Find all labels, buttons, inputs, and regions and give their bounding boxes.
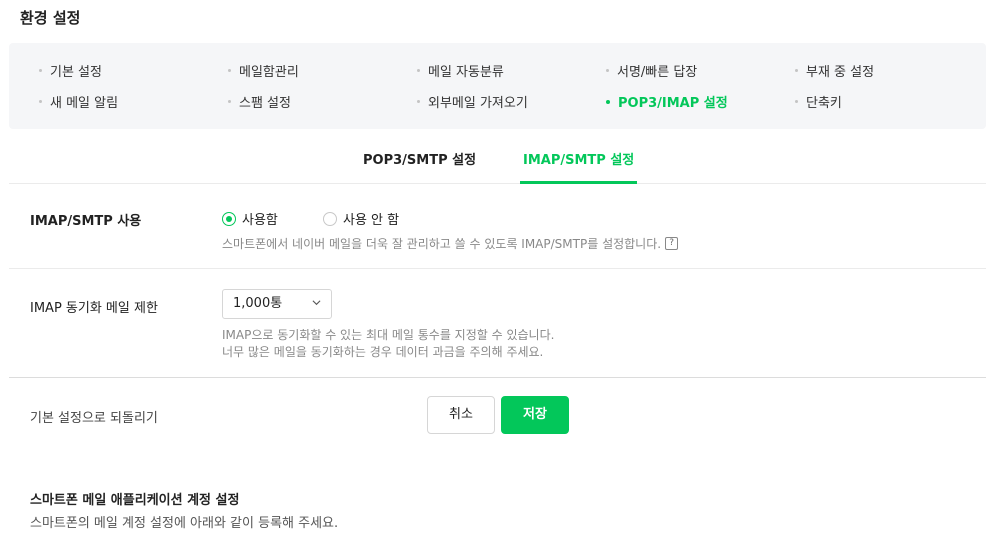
radio-not-use[interactable]: 사용 안 함 [323,209,399,228]
radio-not-use-label: 사용 안 함 [343,213,400,228]
sync-limit-help-1: IMAP으로 동기화할 수 있는 최대 메일 통수를 지정할 수 있습니다. [222,328,555,342]
page-title: 환경 설정 [20,9,81,27]
divider [9,268,986,269]
menu-item-mailbox-management[interactable]: 메일함관리 [228,61,299,80]
menu-item-label: 메일 자동분류 [428,65,504,80]
divider [9,377,986,378]
imap-use-help: 스마트폰에서 네이버 메일을 더욱 잘 관리하고 쓸 수 있도록 IMAP/SM… [222,235,679,252]
radio-unchecked-icon [323,211,337,226]
cancel-button[interactable]: 취소 [427,396,495,434]
protocol-tabs: POP3/SMTP 설정 IMAP/SMTP 설정 [9,143,986,184]
chevron-down-icon [312,300,321,306]
tab-pop3-smtp[interactable]: POP3/SMTP 설정 [360,143,479,184]
menu-item-new-mail-alert[interactable]: 새 메일 알림 [39,92,118,111]
smartphone-section-title: 스마트폰 메일 애플리케이션 계정 설정 [30,493,240,508]
menu-item-shortcuts[interactable]: 단축키 [795,92,842,111]
imap-use-label: IMAP/SMTP 사용 [30,214,142,229]
menu-item-spam-settings[interactable]: 스팸 설정 [228,92,291,111]
reset-to-default-link[interactable]: 기본 설정으로 되돌리기 [30,407,158,426]
imap-use-help-text: 스마트폰에서 네이버 메일을 더욱 잘 관리하고 쓸 수 있도록 IMAP/SM… [222,237,662,251]
bullet-icon [417,100,420,103]
save-button[interactable]: 저장 [501,396,569,434]
smartphone-section-desc: 스마트폰의 메일 계정 설정에 아래와 같이 등록해 주세요. [30,516,339,531]
radio-use-label: 사용함 [242,213,278,228]
menu-item-basic-settings[interactable]: 기본 설정 [39,61,102,80]
bullet-icon [606,99,610,104]
menu-item-label: 기본 설정 [50,65,102,80]
menu-item-import-external-mail[interactable]: 외부메일 가져오기 [417,92,528,111]
menu-item-label: 새 메일 알림 [50,96,119,111]
menu-item-label: 부재 중 설정 [806,65,875,80]
menu-item-label: 단축키 [806,96,842,111]
bullet-icon [228,100,231,103]
sync-limit-value: 1,000통 [233,296,283,311]
menu-item-label: 외부메일 가져오기 [428,96,528,111]
menu-item-signature[interactable]: 서명/빠른 답장 [606,61,697,80]
menu-item-out-of-office[interactable]: 부재 중 설정 [795,61,874,80]
radio-use[interactable]: 사용함 [222,209,278,228]
bullet-icon [417,69,420,72]
question-icon[interactable]: ? [665,237,679,250]
bullet-icon [795,69,798,72]
sync-limit-label: IMAP 동기화 메일 제한 [30,301,158,316]
menu-item-auto-sort[interactable]: 메일 자동분류 [417,61,504,80]
menu-item-label: POP3/IMAP 설정 [618,96,728,111]
tab-imap-smtp[interactable]: IMAP/SMTP 설정 [520,143,638,184]
settings-menu-panel: 기본 설정 메일함관리 메일 자동분류 서명/빠른 답장 부재 중 설정 새 메… [9,43,986,129]
menu-item-label: 메일함관리 [239,65,299,80]
bullet-icon [228,69,231,72]
menu-item-label: 서명/빠른 답장 [617,65,698,80]
radio-checked-icon [222,211,236,226]
menu-item-label: 스팸 설정 [239,96,291,111]
bullet-icon [795,100,798,103]
sync-limit-help-2: 너무 많은 메일을 동기화하는 경우 데이터 과금을 주의해 주세요. [222,345,544,359]
menu-item-pop3-imap[interactable]: POP3/IMAP 설정 [606,92,728,111]
bullet-icon [39,100,42,103]
bullet-icon [39,69,42,72]
sync-limit-select[interactable]: 1,000통 [222,289,332,319]
bullet-icon [606,69,609,72]
